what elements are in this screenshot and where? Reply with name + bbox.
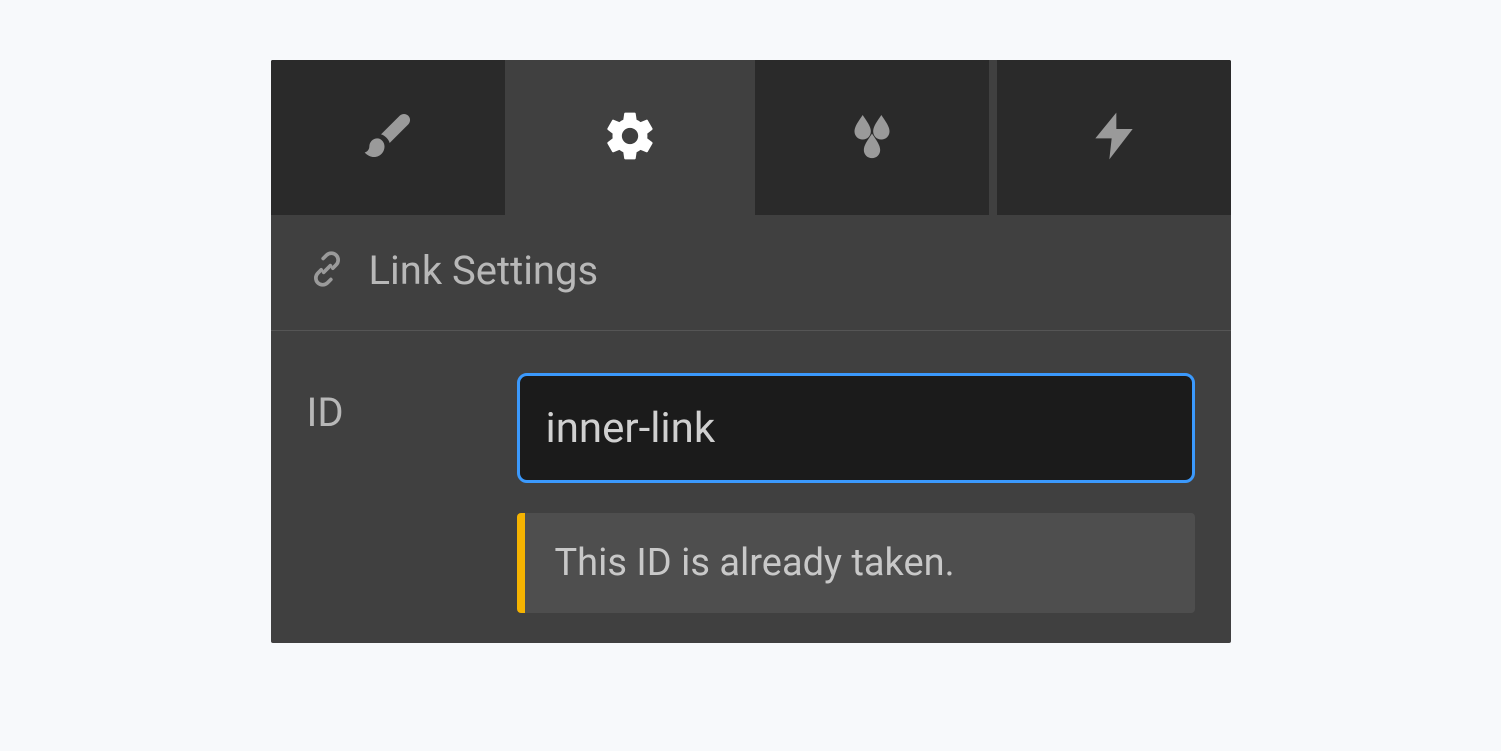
gear-icon — [602, 108, 658, 168]
droplets-icon — [844, 108, 900, 168]
bolt-icon — [1086, 108, 1142, 168]
brush-icon — [360, 108, 416, 168]
section-title: Link Settings — [369, 247, 599, 294]
tab-settings[interactable] — [513, 60, 747, 215]
id-warning-message: This ID is already taken. — [517, 513, 1195, 613]
section-header: Link Settings — [271, 215, 1231, 331]
field-row-id: ID This ID is already taken. — [271, 331, 1231, 643]
tab-bar — [271, 60, 1231, 215]
tab-style[interactable] — [271, 60, 505, 215]
tab-effects[interactable] — [755, 60, 989, 215]
id-input[interactable] — [517, 373, 1195, 483]
settings-panel: Link Settings ID This ID is already take… — [271, 60, 1231, 643]
id-label: ID — [307, 373, 497, 436]
tab-interactions[interactable] — [997, 60, 1231, 215]
link-icon — [307, 249, 347, 293]
